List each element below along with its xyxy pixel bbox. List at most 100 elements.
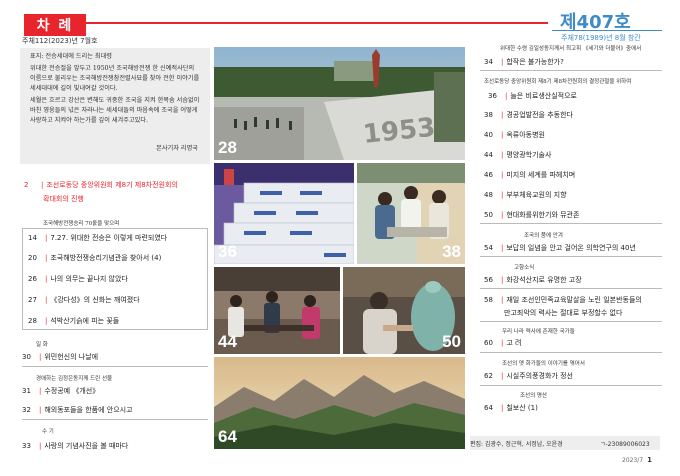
photo-optical[interactable]: 44 bbox=[214, 267, 340, 354]
toc-title: 평양광학기술사 bbox=[506, 151, 552, 159]
toc-item[interactable]: 32 | 해외동포들을 한품에 안으시고 bbox=[22, 405, 133, 415]
toc-title: 미지의 세계를 파헤치며 bbox=[506, 171, 576, 179]
toc-item[interactable]: 58 | 재일 조선인민족교육말살을 노린 일본반동들의 bbox=[484, 295, 642, 305]
toc-title: 보답의 일념을 안고 걸어온 의학연구의 40년 bbox=[506, 244, 636, 252]
toc-item[interactable]: 62 | 시실주의풍경화가 정선 bbox=[484, 371, 573, 381]
toc-item[interactable]: 44 | 평양광학기술사 bbox=[484, 150, 551, 160]
page-number: 1 bbox=[647, 456, 652, 464]
toc-page-number: 2 bbox=[24, 181, 29, 189]
toc-title: 경공업발전을 추동한다 bbox=[506, 111, 573, 119]
toc-title: 고 려 bbox=[506, 339, 522, 347]
toc-item[interactable]: 20 | 조국해방전쟁승리기념관을 찾아서 (4) bbox=[28, 253, 161, 263]
toc-section-label: 조국의 품에 안겨 bbox=[524, 233, 563, 239]
toc-section-label: 조선의 명산 bbox=[520, 393, 548, 399]
memorial-image: 1953 bbox=[214, 47, 465, 160]
toc-title: 옥류아동병원 bbox=[506, 131, 545, 139]
toc-item[interactable]: 46 | 미지의 세계를 파헤치며 bbox=[484, 170, 575, 180]
toc-page-number: 30 bbox=[22, 353, 31, 361]
toc-title: 사랑의 기념사진을 볼 때마다 bbox=[44, 442, 129, 450]
toc-title: 《강다성》의 신화는 깨여졌다 bbox=[50, 296, 140, 304]
toc-section-label: 수 기 bbox=[42, 429, 54, 435]
toc-item-lead[interactable]: 2 | 조선로동당 중앙위원회 제8기 제8차전원회의 bbox=[24, 180, 178, 190]
toc-page-number: 26 bbox=[28, 275, 37, 283]
issue-founded: 주체78(1989)년 8월 창간 bbox=[561, 34, 641, 42]
photo-ceramics[interactable]: 50 bbox=[343, 267, 465, 354]
toc-item[interactable]: 27 | 《강다성》의 신화는 깨여졌다 bbox=[28, 295, 140, 305]
toc-item[interactable]: 54 | 보답의 일념을 안고 걸어온 의학연구의 40년 bbox=[484, 243, 636, 253]
photo-page-label: 28 bbox=[218, 138, 237, 157]
category-badge: 차 례 bbox=[24, 14, 86, 36]
cover-note-heading: 표지: 전승세대에 드리는 최대령 bbox=[30, 53, 112, 60]
toc-item[interactable]: 64 | 칠보산 (1) bbox=[484, 403, 538, 413]
toc-page-number: 34 bbox=[484, 58, 493, 66]
toc-page-number: 48 bbox=[484, 191, 493, 199]
toc-page-number: 28 bbox=[28, 317, 37, 325]
photo-page-label: 36 bbox=[218, 242, 237, 261]
toc-section-label: 우리 나라 력사에 존재한 국가들 bbox=[502, 329, 575, 335]
toc-title: 나의 의무는 끝나지 않았다 bbox=[50, 275, 128, 283]
toc-page-number: 62 bbox=[484, 372, 493, 380]
toc-page-number: 60 bbox=[484, 339, 493, 347]
toc-page-number: 50 bbox=[484, 211, 493, 219]
toc-title: 현대화를위한기와 뮤관존 bbox=[506, 211, 580, 219]
page-footer: 2023/7 1 bbox=[622, 456, 652, 464]
toc-title: 늘은 비료생산실적으로 bbox=[510, 92, 577, 100]
toc-section-label: 조국해방전쟁승리 70돐을 맞으며 bbox=[40, 219, 123, 227]
toc-title: 조국해방전쟁승리기념관을 찾아서 (4) bbox=[50, 254, 162, 262]
toc-item[interactable]: 48 | 부부체육교원의 지향 bbox=[484, 190, 567, 200]
toc-page-number: 27 bbox=[28, 296, 37, 304]
divider bbox=[480, 321, 662, 322]
toc-page-number: 36 bbox=[488, 92, 497, 100]
photo-chilbo-mountain[interactable]: 64 bbox=[214, 357, 465, 449]
cover-note-signature: 본사기자 리명국 bbox=[156, 145, 198, 152]
toc-item[interactable]: 26 | 나의 의무는 끝나지 않았다 bbox=[28, 274, 128, 284]
toc-item[interactable]: 60 | 고 려 bbox=[484, 338, 521, 348]
toc-item[interactable]: 50 | 현대화를위한기와 뮤관존 bbox=[484, 210, 579, 220]
header-rule bbox=[86, 22, 548, 24]
cover-note: 표지: 전승세대에 드리는 최대령 위대한 전승절을 앞두고 1950년 조국해… bbox=[20, 48, 210, 164]
volume-label: 주체112(2023)년 7월호 bbox=[22, 37, 98, 45]
toc-title: 위민헌신의 나날에 bbox=[44, 353, 99, 361]
toc-page-number: 14 bbox=[28, 234, 37, 242]
divider bbox=[480, 288, 662, 289]
toc-page-number: 56 bbox=[484, 276, 493, 284]
toc-page-number: 64 bbox=[484, 404, 493, 412]
toc-section-label: 고향소식 bbox=[514, 265, 535, 271]
toc-item[interactable]: 38 | 경공업발전을 추동한다 bbox=[484, 110, 573, 120]
toc-item[interactable]: 14 | 7.27. 위대한 전승은 이렇게 마련되였다 bbox=[28, 233, 167, 243]
editorial-credits: 편집: 김광수, 정근혁, 서정남, 오윤경 bbox=[470, 441, 563, 448]
toc-title: 수정공예 《개선》 bbox=[44, 387, 100, 395]
toc-title: 화강석산지로 유명한 고장 bbox=[506, 276, 582, 284]
toc-section-label: 조선로동당 중앙위원회 제8기 제8차전원회의 결정관철을 위하여 bbox=[484, 79, 632, 85]
toc-section-label: 위대한 수령 김일성동지께서 최고휘 《세기와 더불어》중에서 bbox=[500, 46, 642, 52]
toc-item[interactable]: 36 | 늘은 비료생산실적으로 bbox=[488, 91, 577, 101]
toc-item[interactable]: 30 | 위민헌신의 나날에 bbox=[22, 352, 98, 362]
toc-page-number: 32 bbox=[22, 406, 31, 414]
photo-light-industry[interactable]: 38 bbox=[357, 163, 465, 264]
toc-page-number: 46 bbox=[484, 171, 493, 179]
toc-page-number: 58 bbox=[484, 296, 493, 304]
toc-item[interactable]: 40 | 옥류아동병원 bbox=[484, 130, 545, 140]
toc-item[interactable]: 28 | 석박산기슭에 피는 꽃들 bbox=[28, 316, 119, 326]
toc-title-cont: 만고죄악의 력사는 절대로 부정할수 없다 bbox=[504, 309, 623, 317]
toc-item[interactable]: 34 | 합작은 불가능한가? bbox=[484, 57, 564, 67]
mountain-image bbox=[214, 357, 465, 449]
toc-item[interactable]: 31 | 수정공예 《개선》 bbox=[22, 386, 99, 396]
toc-page-number: 31 bbox=[22, 387, 31, 395]
toc-title: 석박산기슭에 피는 꽃들 bbox=[50, 317, 120, 325]
divider bbox=[22, 366, 208, 367]
photo-page-label: 50 bbox=[442, 332, 461, 351]
toc-item[interactable]: 33 | 사랑의 기념사진을 볼 때마다 bbox=[22, 441, 128, 451]
toc-page-number: 38 bbox=[484, 111, 493, 119]
toc-title: 조선로동당 중앙위원회 제8기 제8차전원회의 bbox=[46, 181, 178, 189]
divider bbox=[480, 385, 662, 386]
photo-war-memorial[interactable]: 1953 28 bbox=[214, 47, 465, 160]
toc-section-label: 경애하는 김정은동지께 드린 선물 bbox=[36, 376, 113, 382]
toc-item[interactable]: 56 | 화강석산지로 유명한 고장 bbox=[484, 275, 582, 285]
toc-page-number: 40 bbox=[484, 131, 493, 139]
photo-fertilizer[interactable]: 36 bbox=[214, 163, 354, 264]
toc-title: 해외동포들을 한품에 안으시고 bbox=[44, 406, 133, 414]
toc-title: 재일 조선인민족교육말살을 노린 일본반동들의 bbox=[506, 296, 642, 304]
publication-code: ㄱ-23089006023 bbox=[600, 441, 650, 448]
toc-section-label: 일 화 bbox=[36, 342, 48, 348]
